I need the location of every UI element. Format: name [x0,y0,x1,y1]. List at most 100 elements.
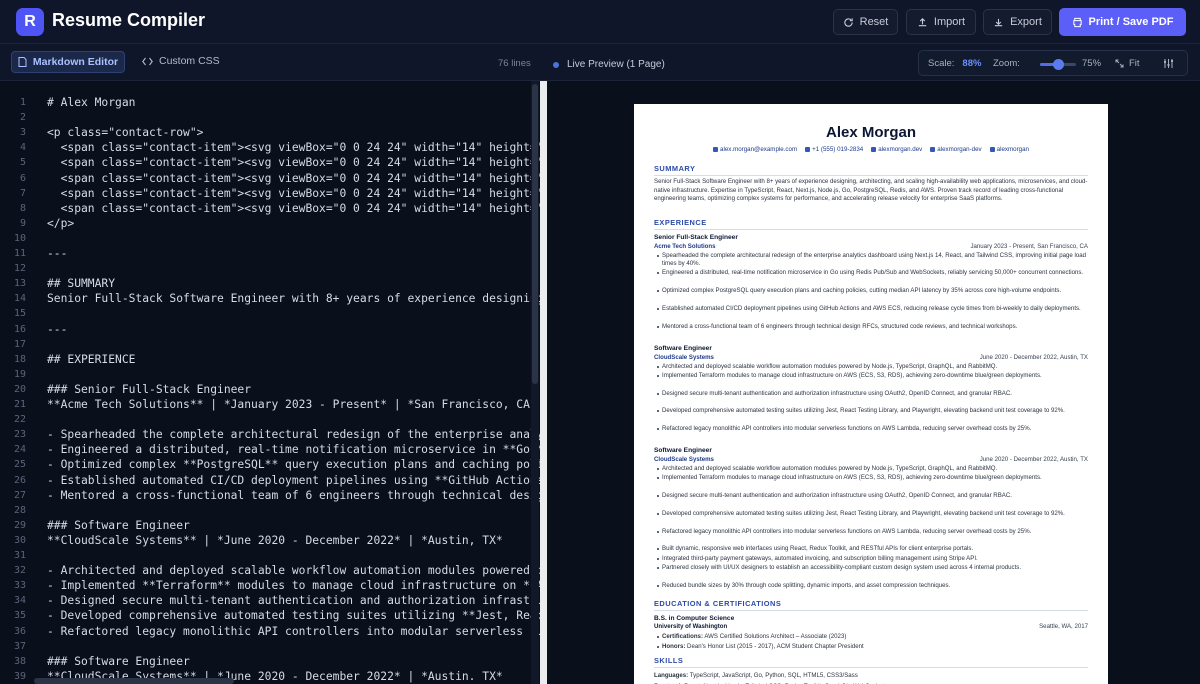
code-line[interactable]: ### Software Engineer [47,518,190,533]
line-number: 38 [13,655,26,667]
reset-button[interactable]: Reset [833,9,898,35]
code-line[interactable]: - Engineered a distributed, real-time no… [47,442,540,457]
job-bullet: Established automated CI/CD deployment p… [657,305,1086,314]
code-line[interactable]: <span class="contact-item"><svg viewBox=… [47,186,540,201]
document-icon [18,57,27,67]
code-line[interactable]: ### Senior Full-Stack Engineer [47,382,251,397]
print-label: Print / Save PDF [1088,16,1174,28]
line-number: 12 [13,263,26,275]
markdown-editor[interactable]: 1 2 3 4 5 6 7 8 9 10 11 12 13 14 15 16 17 18 19 20 21 22 23 24 2… [0,81,540,684]
live-preview: Alex Morgan alex.morgan@example.com +1 (… [540,81,1200,684]
code-line[interactable]: </p> [47,216,74,231]
refresh-icon [843,17,853,27]
code-line[interactable]: - Developed comprehensive automated test… [47,608,540,623]
code-line[interactable]: ## SUMMARY [47,276,115,291]
job-bullet: Spearheaded the complete architectural r… [657,251,1086,268]
line-number: 26 [13,474,26,486]
line-number: 20 [13,383,26,395]
code-line[interactable]: ### Software Engineer [47,654,190,669]
job-bullet: Designed secure multi-tenant authenticat… [657,492,1086,501]
upload-icon [918,17,927,26]
preview-scrollbar[interactable] [540,81,547,684]
code-line[interactable]: **CloudScale Systems** | *June 2020 - De… [47,533,503,548]
section-heading-skills: SKILLS [654,656,1088,668]
code-line[interactable]: ## EXPERIENCE [47,352,135,367]
code-line[interactable]: - Implemented **Terraform** modules to m… [47,578,540,593]
job-bullet: Developed comprehensive automated testin… [657,407,1086,416]
editor-scroll-thumb[interactable] [532,84,538,384]
resume-page: Alex Morgan alex.morgan@example.com +1 (… [634,104,1108,684]
code-line[interactable]: --- [47,246,67,261]
app-logo: R [16,8,44,36]
job-bullet: Refactored legacy monolithic API control… [657,425,1086,434]
resume-contact-row: alex.morgan@example.com +1 (555) 019-283… [634,146,1108,153]
code-line[interactable]: # Alex Morgan [47,95,135,110]
line-number: 28 [13,504,26,516]
download-icon [994,18,1003,26]
code-line[interactable]: --- [47,322,67,337]
line-number: 1 [19,97,26,108]
toolbar: Markdown Editor Custom CSS 76 lines Live… [0,44,1200,81]
printer-icon [1072,17,1082,27]
preview-label: Live Preview (1 Page) [567,59,665,70]
linkedin-icon [930,147,936,152]
zoom-value: 75% [1082,58,1102,69]
preview-controls: Scale: 88% Zoom: 75% Fit [918,50,1188,76]
line-number: 32 [13,565,26,577]
contact-phone: +1 (555) 019-2834 [805,146,863,153]
zoom-slider-handle[interactable] [1053,59,1064,70]
job-bullet: Partnered closely with UI/UX designers t… [657,564,1086,573]
code-line[interactable]: - Refactored legacy monolithic API contr… [47,624,540,639]
print-save-pdf-button[interactable]: Print / Save PDF [1059,8,1186,36]
contact-website[interactable]: alexmorgan.dev [871,146,922,153]
code-line[interactable]: <span class="contact-item"><svg viewBox=… [47,155,540,170]
code-line[interactable]: <p class="contact-row"> [47,125,203,140]
job-bullet: Architected and deployed scalable workfl… [657,465,1086,474]
zoom-slider[interactable] [1040,59,1076,70]
job-date: June 2020 - December 2022, Austin, TX [979,353,1088,361]
import-button[interactable]: Import [906,9,976,35]
code-line[interactable]: - Spearheaded the complete architectural… [47,427,540,442]
editor-horizontal-scrollbar[interactable] [34,678,234,684]
line-number: 25 [13,459,26,471]
fit-button[interactable]: Fit [1115,58,1140,69]
code-icon [142,57,153,65]
section-heading-summary: SUMMARY [654,164,1088,176]
tab-markdown-editor[interactable]: Markdown Editor [11,51,125,73]
contact-github[interactable]: alexmorgan [989,146,1029,153]
code-line[interactable]: - Designed secure multi-tenant authentic… [47,593,540,608]
job-bullet: Refactored legacy monolithic API control… [657,528,1086,537]
code-line[interactable]: <span class="contact-item"><svg viewBox=… [47,140,540,155]
tab-custom-css[interactable]: Custom CSS [142,55,220,67]
job-role: Software Engineer [654,345,712,352]
line-number: 9 [19,217,26,229]
skills-languages: Languages: TypeScript, JavaScript, Go, P… [654,671,858,679]
app-header: R Resume Compiler Reset Import Export Pr… [0,0,1200,44]
tab-markdown-label: Markdown Editor [32,56,119,68]
job-bullet: Designed secure multi-tenant authenticat… [657,390,1086,399]
line-number: 16 [13,323,26,335]
code-line[interactable]: - Architected and deployed scalable work… [47,563,540,578]
line-number: 10 [13,232,26,244]
line-number: 22 [13,414,26,426]
certifications: Certifications: AWS Certified Solutions … [657,633,1086,642]
code-line[interactable]: - Optimized complex **PostgreSQL** query… [47,457,540,472]
job-bullet: Mentored a cross-functional team of 6 en… [657,323,1086,332]
code-line[interactable]: - Established automated CI/CD deployment… [47,473,540,488]
contact-email[interactable]: alex.morgan@example.com [713,146,797,153]
job-bullet: Optimized complex PostgreSQL query execu… [657,287,1086,296]
globe-icon [871,147,877,152]
code-line[interactable]: **Acme Tech Solutions** | *January 2023 … [47,397,537,412]
honors: Honors: Dean's Honor List (2015 - 2017),… [657,643,1086,652]
editor-vertical-scrollbar[interactable] [531,81,539,684]
code-line[interactable]: - Mentored a cross-functional team of 6 … [47,488,540,503]
job-bullet: Built dynamic, responsive web interfaces… [657,545,1086,554]
fit-arrows-icon [1115,59,1124,68]
code-line[interactable]: <span class="contact-item"><svg viewBox=… [47,201,540,216]
contact-linkedin[interactable]: alexmorgan-dev [930,146,982,153]
code-line[interactable]: Senior Full-Stack Software Engineer with… [47,291,540,306]
email-icon [713,147,718,152]
code-line[interactable]: <span class="contact-item"><svg viewBox=… [47,171,540,186]
export-button[interactable]: Export [983,9,1052,35]
layout-settings-icon[interactable] [1163,58,1174,69]
